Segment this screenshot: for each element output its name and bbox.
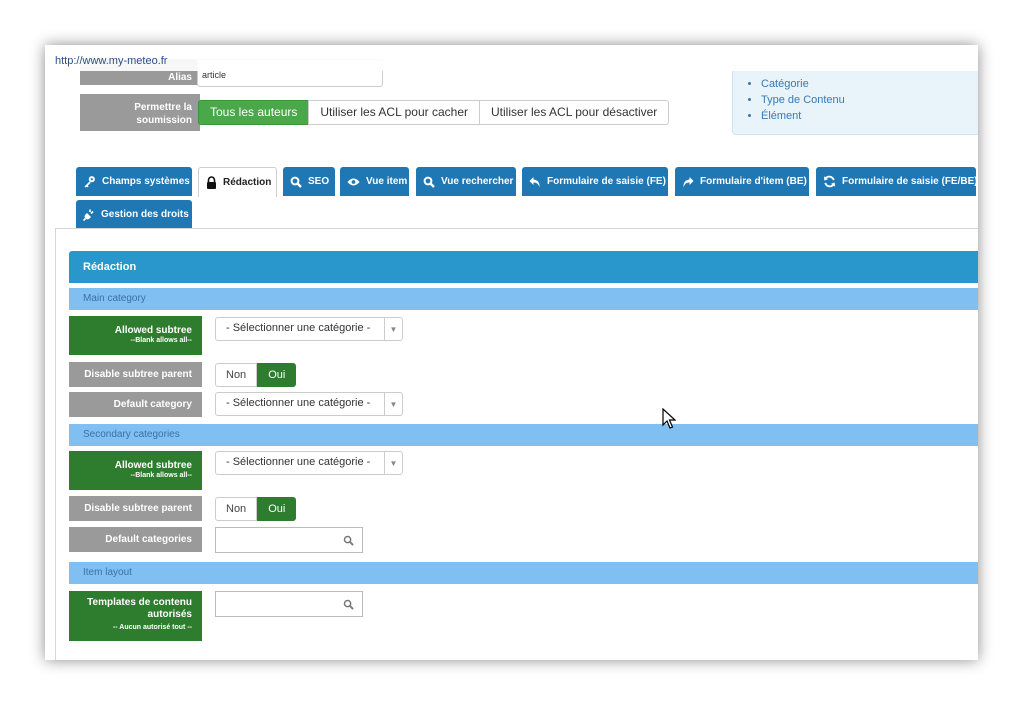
panel-title: Rédaction: [69, 251, 978, 283]
select-value: - Sélectionner une catégorie -: [226, 397, 371, 409]
sec-allowed-subtree-select[interactable]: - Sélectionner une catégorie - ▼: [215, 451, 403, 475]
main-disable-option-oui[interactable]: Oui: [257, 363, 297, 387]
tab-vue-item[interactable]: Vue item: [340, 167, 409, 196]
label-hint: --Blank allows all--: [130, 472, 192, 479]
browser-window: http://www.my-meteo.fr Alias article Per…: [45, 45, 978, 660]
reply-arrow-icon: [529, 176, 540, 187]
tab-formulaire-saisie-fe-be[interactable]: Formulaire de saisie (FE/BE): [816, 167, 978, 196]
sec-default-categories-input[interactable]: [215, 527, 363, 553]
tab-vue-rechercher[interactable]: Vue rechercher: [416, 167, 516, 196]
key-icon: [84, 176, 95, 188]
main-disable-subtree-label: Disable subtree parent: [69, 362, 202, 387]
search-icon: [343, 533, 354, 551]
tab-champs-systemes[interactable]: Champs systèmes: [76, 167, 192, 196]
sec-disable-subtree-toggle: Non Oui: [215, 497, 297, 521]
refresh-icon: [823, 175, 836, 188]
info-item-element: Élément: [761, 108, 978, 124]
select-value: - Sélectionner une catégorie -: [226, 322, 371, 334]
url-bar[interactable]: http://www.my-meteo.fr: [45, 45, 978, 71]
tab-label: Champs systèmes: [102, 176, 190, 187]
templates-input[interactable]: [215, 591, 363, 617]
label-hint: -- Aucun autorisé tout --: [112, 624, 192, 631]
chevron-down-icon: ▼: [384, 393, 402, 415]
sec-default-categories-label: Default categories: [69, 527, 202, 552]
search-icon: [290, 176, 302, 188]
search-icon: [343, 597, 354, 615]
label-text: Templates de contenu autorisés: [87, 597, 192, 620]
tab-label: Formulaire de saisie (FE/BE): [842, 176, 978, 187]
sec-disable-option-non[interactable]: Non: [215, 497, 258, 521]
tab-formulaire-item-be[interactable]: Formulaire d'item (BE): [675, 167, 809, 196]
select-value: - Sélectionner une catégorie -: [226, 456, 371, 468]
mouse-cursor-icon: [662, 407, 677, 435]
section-secondary-categories: Secondary categories: [69, 424, 978, 446]
tab-label: Formulaire de saisie (FE): [547, 176, 666, 187]
info-item-category: Catégorie: [761, 76, 978, 92]
permission-option-acl-hide[interactable]: Utiliser les ACL pour cacher: [308, 100, 481, 125]
info-item-content-type: Type de Contenu: [761, 92, 978, 108]
sec-allowed-subtree-label: Allowed subtree --Blank allows all--: [69, 451, 202, 490]
permission-options: Tous les auteurs Utiliser les ACL pour c…: [198, 100, 670, 125]
label-hint: --Blank allows all--: [130, 337, 192, 344]
info-box: Catégorie Type de Contenu Élément: [732, 65, 978, 135]
search-icon: [423, 176, 435, 188]
tab-label: Vue item: [366, 176, 408, 187]
tab-label: Vue rechercher: [441, 176, 514, 187]
templates-label: Templates de contenu autorisés -- Aucun …: [69, 591, 202, 641]
permission-label: Permettre la soumission: [80, 94, 200, 131]
main-default-category-label: Default category: [69, 392, 202, 417]
tab-gestion-droits[interactable]: Gestion des droits: [76, 200, 192, 229]
tab-formulaire-saisie-fe[interactable]: Formulaire de saisie (FE): [522, 167, 668, 196]
share-arrow-icon: [683, 176, 694, 187]
chevron-down-icon: ▼: [384, 452, 402, 474]
main-default-category-select[interactable]: - Sélectionner une catégorie - ▼: [215, 392, 403, 416]
sec-disable-subtree-label: Disable subtree parent: [69, 496, 202, 521]
tab-redaction[interactable]: Rédaction: [198, 167, 277, 197]
tab-label: Formulaire d'item (BE): [700, 176, 807, 187]
permission-option-acl-disable[interactable]: Utiliser les ACL pour désactiver: [479, 100, 670, 125]
label-text: Allowed subtree: [114, 325, 192, 336]
section-main-category: Main category: [69, 288, 978, 310]
info-list: Catégorie Type de Contenu Élément: [733, 66, 978, 124]
label-text: Allowed subtree: [114, 460, 192, 471]
tab-label: Gestion des droits: [101, 209, 189, 220]
main-allowed-subtree-label: Allowed subtree --Blank allows all--: [69, 316, 202, 355]
permission-option-all-authors[interactable]: Tous les auteurs: [198, 100, 310, 125]
sec-disable-option-oui[interactable]: Oui: [257, 497, 297, 521]
lock-icon: [207, 176, 216, 189]
plug-icon: [83, 209, 94, 221]
tab-content-panel: Rédaction Main category Allowed subtree …: [55, 228, 978, 660]
chevron-down-icon: ▼: [384, 318, 402, 340]
section-item-layout: Item layout: [69, 562, 978, 584]
tab-label: SEO: [308, 176, 330, 187]
main-allowed-subtree-select[interactable]: - Sélectionner une catégorie - ▼: [215, 317, 403, 341]
tab-seo[interactable]: SEO: [283, 167, 335, 196]
main-disable-option-non[interactable]: Non: [215, 363, 258, 387]
main-disable-subtree-toggle: Non Oui: [215, 363, 297, 387]
eye-icon: [347, 178, 360, 185]
tab-label: Rédaction: [223, 177, 272, 188]
